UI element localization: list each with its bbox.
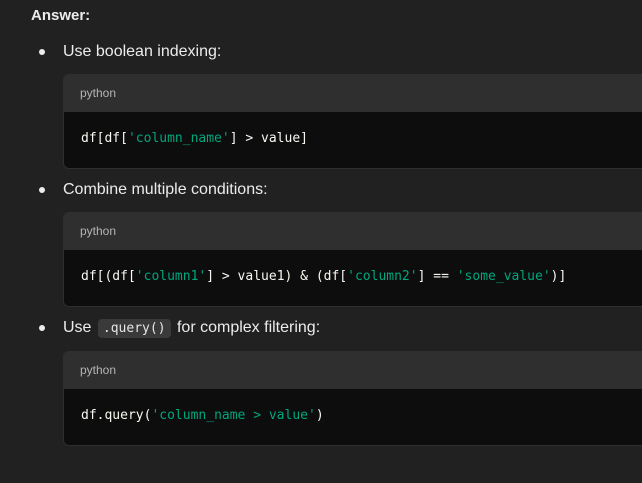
- code-token: df[df[: [81, 131, 128, 146]
- code-token: df[(df[: [81, 269, 136, 284]
- code-string-token: 'column_name': [127, 131, 230, 146]
- list-item-text: Combine multiple conditions:: [63, 181, 268, 198]
- inline-code-query: .query(): [97, 319, 171, 338]
- code-token: ] > value1) & (df[: [206, 269, 348, 284]
- code-block-header: python: [64, 352, 642, 389]
- bullet-dot: [39, 187, 45, 193]
- code-block-body[interactable]: df.query('column_name > value'): [64, 389, 642, 445]
- code-token: ] ==: [417, 269, 457, 284]
- code-string-token: 'column_name > value': [151, 408, 316, 423]
- list-item-text-after: for complex filtering:: [176, 319, 321, 336]
- code-string-token: 'column1': [135, 269, 207, 284]
- code-block-header: python: [64, 213, 642, 250]
- code-string-token: 'some_value': [456, 269, 551, 284]
- code-block-1: python df[df['column_name'] > value]: [63, 74, 642, 169]
- bullet-dot: [39, 49, 45, 55]
- code-token: ] > value]: [229, 131, 308, 146]
- list-item-text: Use .query() for complex filtering:: [63, 319, 321, 338]
- code-block-3: python df.query('column_name > value'): [63, 351, 642, 446]
- code-string-token: 'column2': [347, 269, 418, 284]
- code-block-2: python df[(df['column1'] > value1) & (df…: [63, 212, 642, 307]
- list-item-text-before: Use: [63, 319, 92, 336]
- code-token: )]: [550, 269, 567, 284]
- answer-heading: Answer:: [31, 7, 91, 24]
- code-line: df[df['column_name'] > value]: [81, 131, 308, 146]
- code-token: df.query(: [81, 408, 152, 423]
- code-language-label: python: [80, 224, 117, 238]
- bullet-dot: [39, 325, 45, 331]
- code-block-body[interactable]: df[(df['column1'] > value1) & (df['colum…: [64, 250, 642, 306]
- code-block-header: python: [64, 75, 642, 112]
- code-language-label: python: [80, 86, 117, 100]
- code-language-label: python: [80, 363, 117, 377]
- code-token: ): [315, 408, 324, 423]
- code-line: df.query('column_name > value'): [81, 408, 324, 423]
- list-item-text: Use boolean indexing:: [63, 43, 222, 60]
- code-block-body[interactable]: df[df['column_name'] > value]: [64, 112, 642, 168]
- code-line: df[(df['column1'] > value1) & (df['colum…: [81, 269, 566, 284]
